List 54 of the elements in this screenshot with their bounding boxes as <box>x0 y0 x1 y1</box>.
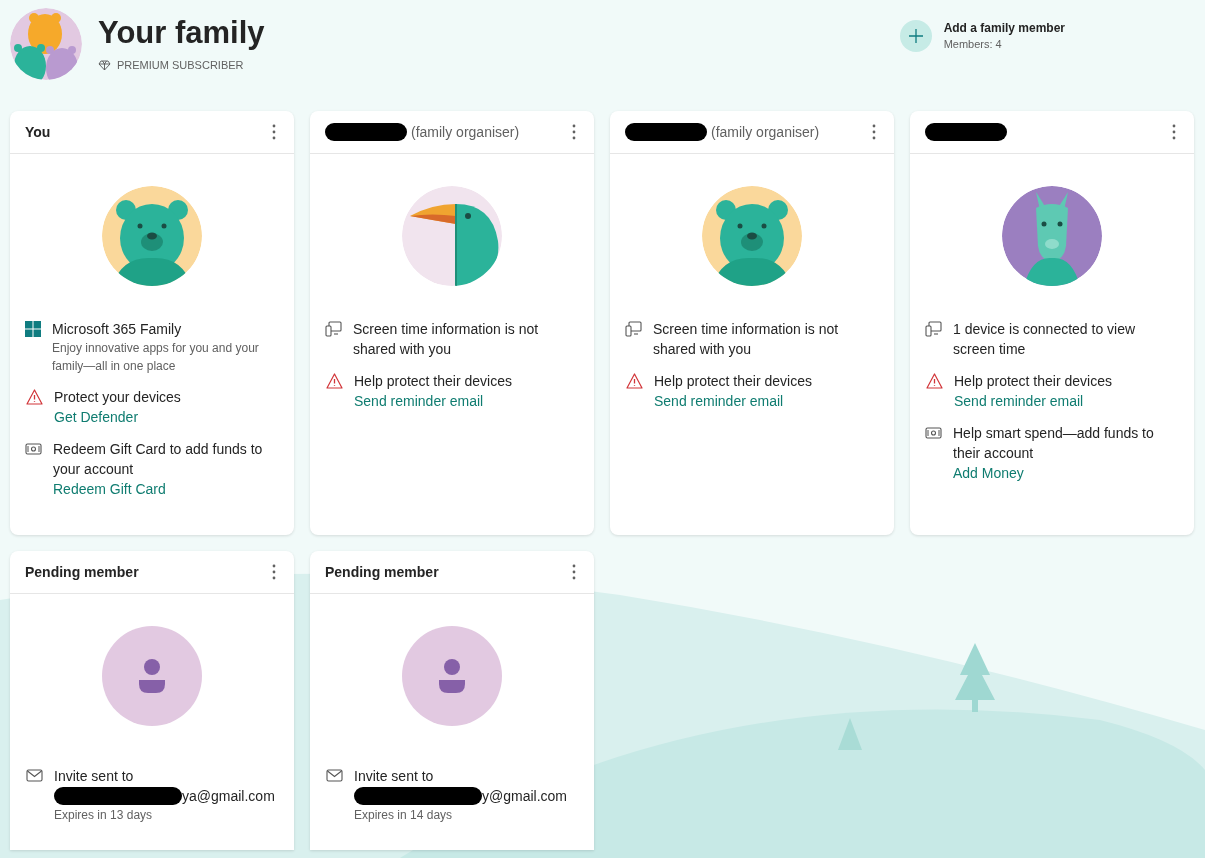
more-icon <box>572 124 576 140</box>
member-role: (family organiser) <box>411 122 520 142</box>
item-subtext: Enjoy innovative apps for you and your family—all in one place <box>52 340 260 375</box>
item-text: Screen time information is not shared with you <box>353 320 540 359</box>
warning-icon <box>325 373 343 389</box>
member-name: Pending member <box>25 562 139 582</box>
item-text: Help protect their devices <box>654 372 812 391</box>
item-text: Help protect their devices <box>354 372 512 391</box>
member-role: (family organiser) <box>711 122 820 142</box>
action-link[interactable]: Get Defender <box>54 407 139 427</box>
item-text: Invite sent to <box>354 767 435 786</box>
more-icon <box>272 124 276 140</box>
item-text: Invite sent to <box>54 767 135 786</box>
action-link[interactable]: Send reminder email <box>954 391 1084 411</box>
money-icon <box>925 426 942 440</box>
add-member-label: Add a family member <box>943 20 1065 36</box>
item-text: 1 device is connected to view screen time <box>953 320 1137 359</box>
member-name: You <box>25 122 51 142</box>
subscription-label: PREMIUM SUBSCRIBER <box>117 57 244 73</box>
add-member-button[interactable] <box>899 20 932 52</box>
item-text: Redeem Gift Card to add funds to your account <box>53 440 264 479</box>
action-link[interactable]: Redeem Gift Card <box>53 479 166 499</box>
member-name: Pending member <box>325 562 439 582</box>
item-text: Protect your devices <box>54 388 181 407</box>
warning-icon <box>925 373 943 389</box>
warning-icon <box>25 389 43 405</box>
item-text: Help protect their devices <box>954 372 1112 391</box>
more-icon <box>872 124 876 140</box>
action-link[interactable]: Add Money <box>953 463 1024 483</box>
more-icon <box>1172 124 1176 140</box>
item-text: Microsoft 365 Family <box>52 320 183 339</box>
warning-icon <box>625 373 643 389</box>
item-subtext: Expires in 14 days <box>354 807 454 824</box>
more-icon <box>272 564 276 580</box>
devices-icon <box>925 321 942 337</box>
devices-icon <box>625 321 642 337</box>
action-link[interactable]: Send reminder email <box>654 391 784 411</box>
windows-logo-icon <box>25 321 41 337</box>
mail-icon <box>25 769 43 782</box>
member-count: Members: 4 <box>943 37 1003 52</box>
plus-icon <box>908 29 923 43</box>
more-icon <box>572 564 576 580</box>
devices-icon <box>325 321 342 337</box>
mail-icon <box>325 769 343 782</box>
item-subtext: Expires in 13 days <box>54 807 154 824</box>
family-bears-avatar <box>10 8 82 80</box>
diamond-icon <box>98 59 111 71</box>
email-address: y@gmail.com <box>482 787 567 806</box>
item-text: Help smart spend—add funds to their account <box>953 424 1155 463</box>
item-text: Screen time information is not shared with you <box>653 320 840 359</box>
money-icon <box>25 442 42 456</box>
action-link[interactable]: Send reminder email <box>354 391 484 411</box>
email-address: ya@gmail.com <box>182 787 275 806</box>
page-title: Your family <box>98 14 265 51</box>
